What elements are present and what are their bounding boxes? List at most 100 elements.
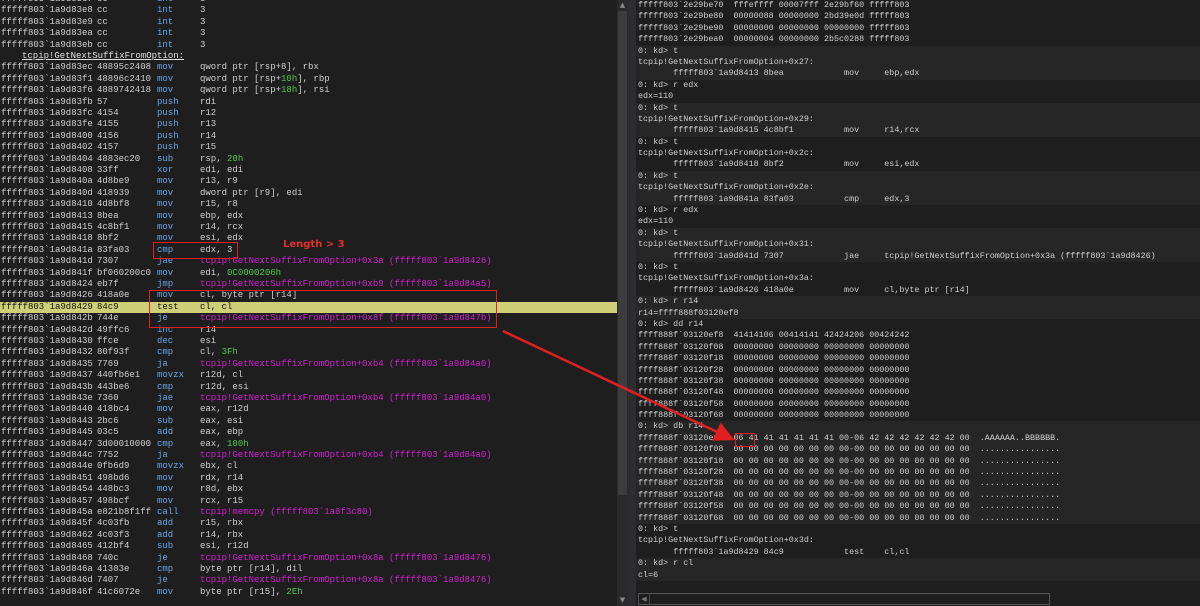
- instruction-mnemonic: mov: [157, 85, 174, 96]
- instruction-row[interactable]: fffff803`1a9d8451 498bd6 mov rdx, r14: [0, 473, 617, 484]
- instruction-row[interactable]: fffff803`1a9d83e8 cc int 3: [0, 5, 617, 16]
- instruction-row[interactable]: fffff803`1a9d846f 41c6072e mov byte ptr [r1…: [0, 587, 617, 598]
- jump-target-link[interactable]: tcpip!GetNextSuffixFromOption+0x8a (ffff…: [200, 575, 492, 585]
- jump-target-link[interactable]: tcpip!GetNextSuffixFromOption+0x8a (ffff…: [200, 553, 492, 563]
- instruction-row[interactable]: fffff803`1a9d8465 412bf4 sub esi, r12d: [0, 541, 617, 552]
- instruction-row[interactable]: fffff803`1a9d8410 4d8bf8 mov r15, r8: [0, 199, 617, 210]
- instruction-row[interactable]: fffff803`1a9d8430 ffce dec esi: [0, 336, 617, 347]
- immediate-value: 10h: [281, 73, 298, 84]
- instruction-row[interactable]: fffff803`1a9d83f6 4889742418 mov qword ptr …: [0, 85, 617, 96]
- output-line: ffff888f`03120f38 00 00 00 00 00 00 00 0…: [638, 478, 1061, 489]
- operand-text: ], rsi: [297, 85, 330, 96]
- instruction-row[interactable]: fffff803`1a9d8435 7769 ja tcpip!GetNextSuff…: [0, 359, 617, 370]
- command-prompt-line: 0: kd> r edx: [638, 79, 699, 90]
- instruction-row[interactable]: fffff803`1a9d8400 4156 push r14: [0, 131, 617, 142]
- instruction-row[interactable]: fffff803`1a9d8424 eb7f jmp tcpip!GetNextSuf…: [0, 279, 617, 290]
- instruction-address: fffff803`1a9d83fb: [1, 96, 93, 107]
- instruction-address: fffff803`1a9d83ea: [1, 28, 93, 39]
- instruction-operands: tcpip!GetNextSuffixFromOption+0x8a (ffff…: [200, 575, 492, 586]
- instruction-row[interactable]: fffff803`1a9d841d 7307 jae tcpip!GetNextSuf…: [0, 256, 617, 267]
- output-line: ffff888f`03120f58 00 00 00 00 00 00 00 0…: [638, 501, 1061, 512]
- command-output-block: 0: kd> t tcpip!GetNextSuffixFromOption+0x…: [636, 170, 1200, 206]
- instruction-row[interactable]: fffff803`1a9d8404 4883ec20 sub rsp, 20h: [0, 154, 617, 165]
- operand-text: edi, edi: [200, 165, 244, 175]
- command-horizontal-scrollbar[interactable]: ◀: [638, 593, 1050, 605]
- jump-target-link[interactable]: tcpip!GetNextSuffixFromOption+0xb4 (ffff…: [200, 393, 492, 403]
- instruction-row[interactable]: fffff803`1a9d844e 0fb6d9 movzx ebx, cl: [0, 461, 617, 472]
- instruction-bytes: 4157: [97, 142, 119, 153]
- instruction-row[interactable]: fffff803`1a9d8415 4c8bf1 mov r14, rcx: [0, 222, 617, 233]
- instruction-bytes: 412bf4: [97, 541, 130, 552]
- instruction-row[interactable]: fffff803`1a9d8462 4c03f3 add r14, rbx: [0, 530, 617, 541]
- scrollbar-thumb[interactable]: [618, 11, 627, 495]
- instruction-operands: qword ptr [rsp+10h], rbp: [200, 74, 330, 85]
- instruction-bytes: 4883ec20: [97, 153, 141, 164]
- instruction-row[interactable]: fffff803`1a9d83fc 4154 push r12: [0, 108, 617, 119]
- instruction-operands: r12d, esi: [200, 382, 249, 393]
- instruction-row[interactable]: fffff803`1a9d83fb 57 push rdi: [0, 97, 617, 108]
- instruction-row[interactable]: fffff803`1a9d840d 418939 mov dword ptr [r9]…: [0, 188, 617, 199]
- instruction-bytes: 448bc3: [97, 484, 130, 495]
- instruction-row[interactable]: fffff803`1a9d844c 7752 ja tcpip!GetNextSuff…: [0, 450, 617, 461]
- instruction-row[interactable]: fffff803`1a9d8413 8bea mov ebp, edx: [0, 211, 617, 222]
- instruction-row[interactable]: fffff803`1a9d83e9 cc int 3: [0, 17, 617, 28]
- instruction-row[interactable]: fffff803`1a9d8454 448bc3 mov r8d, ebx: [0, 484, 617, 495]
- scroll-left-icon[interactable]: ◀: [639, 594, 650, 604]
- jump-target-link[interactable]: tcpip!GetNextSuffixFromOption+0xb9 (ffff…: [200, 279, 492, 289]
- instruction-bytes: 4156: [97, 130, 119, 141]
- instruction-row[interactable]: fffff803`1a9d846a 41383e cmp byte ptr [r14]…: [0, 564, 617, 575]
- instruction-row[interactable]: fffff803`1a9d83fe 4155 push r13: [0, 119, 617, 130]
- instruction-row[interactable]: fffff803`1a9d845f 4c03fb add r15, rbx: [0, 518, 617, 529]
- instruction-row[interactable]: fffff803`1a9d843e 7360 jae tcpip!GetNextSuf…: [0, 393, 617, 404]
- command-output-block: 0: kd> t tcpip!GetNextSuffixFromOption+0x…: [636, 524, 1200, 558]
- instruction-address: fffff803`1a9d8440: [1, 404, 93, 415]
- instruction-row[interactable]: fffff803`1a9d8443 2bc6 sub eax, esi: [0, 416, 617, 427]
- pane-splitter[interactable]: [628, 0, 636, 606]
- jump-target-link[interactable]: tcpip!GetNextSuffixFromOption+0xb4 (ffff…: [200, 450, 492, 460]
- jump-target-link[interactable]: tcpip!GetNextSuffixFromOption+0x3a (ffff…: [200, 256, 492, 266]
- instruction-row[interactable]: fffff803`1a9d8445 03c5 add eax, ebp: [0, 427, 617, 438]
- scroll-up-icon[interactable]: ▲: [617, 0, 628, 11]
- instruction-row[interactable]: fffff803`1a9d8447 3d00010000 cmp eax, 100h: [0, 439, 617, 450]
- instruction-row[interactable]: fffff803`1a9d83f1 48896c2410 mov qword ptr …: [0, 74, 617, 85]
- instruction-row[interactable]: fffff803`1a9d8468 740c je tcpip!GetNextSuff…: [0, 553, 617, 564]
- instruction-row[interactable]: fffff803`1a9d83ec 48895c2408 mov qword ptr …: [0, 62, 617, 73]
- output-line: ffff888f`03120f18 00000000 00000000 0000…: [638, 353, 910, 364]
- scroll-down-icon[interactable]: ▼: [617, 595, 628, 606]
- instruction-row[interactable]: fffff803`1a9d846d 7407 je tcpip!GetNextSuff…: [0, 575, 617, 586]
- highlight-box-length-byte: [735, 433, 755, 447]
- instruction-row[interactable]: fffff803`1a9d843b 443be6 cmp r12d, esi: [0, 382, 617, 393]
- instruction-row[interactable]: fffff803`1a9d8402 4157 push r15: [0, 142, 617, 153]
- instruction-row[interactable]: fffff803`1a9d8437 440fb6e1 movzx r12d, cl: [0, 370, 617, 381]
- instruction-row[interactable]: fffff803`1a9d8408 33ff xor edi, edi: [0, 165, 617, 176]
- instruction-row[interactable]: fffff803`1a9d840a 4d8be9 mov r13, r9: [0, 176, 617, 187]
- disassembly-scrollbar[interactable]: ▲ ▼: [617, 0, 628, 606]
- output-line: ffff888f`03120f18 00 00 00 00 00 00 00 0…: [638, 455, 1061, 466]
- jump-target-link[interactable]: tcpip!memcpy (fffff803`1a8f3c80): [200, 507, 373, 517]
- function-label-row[interactable]: tcpip!GetNextSuffixFromOption:: [0, 51, 617, 62]
- instruction-mnemonic: sub: [157, 153, 174, 164]
- instruction-operands: tcpip!GetNextSuffixFromOption+0xb4 (ffff…: [200, 359, 492, 370]
- instruction-bytes: e821b8f1ff: [97, 507, 152, 517]
- instruction-bytes: 4c8bf1: [97, 222, 130, 232]
- instruction-row[interactable]: fffff803`1a9d8457 498bcf mov rcx, r15: [0, 496, 617, 507]
- output-line: ffff888f`03120ef8 41414106 00414141 4242…: [638, 330, 910, 341]
- instruction-row[interactable]: fffff803`1a9d845a e821b8f1ff call tcpip!mem…: [0, 507, 617, 518]
- instruction-row[interactable]: fffff803`1a9d841f bf060200c0 mov edi, 0C000…: [0, 268, 617, 279]
- instruction-row[interactable]: fffff803`1a9d8440 418bc4 mov eax, r12d: [0, 404, 617, 415]
- instruction-operands: rdi: [200, 97, 216, 108]
- immediate-value: 18h: [281, 85, 298, 96]
- instruction-address: fffff803`1a9d840a: [1, 176, 93, 187]
- jump-target-link[interactable]: tcpip!GetNextSuffixFromOption+0xb4 (ffff…: [200, 359, 492, 369]
- instruction-operands: eax, esi: [200, 416, 243, 427]
- instruction-row[interactable]: fffff803`1a9d83eb cc int 3: [0, 40, 617, 51]
- instruction-mnemonic: mov: [157, 62, 174, 73]
- instruction-bytes: cc: [97, 39, 108, 50]
- instruction-address: fffff803`1a9d845a: [1, 507, 93, 517]
- instruction-row[interactable]: fffff803`1a9d8432 80f93f cmp cl, 3Fh: [0, 347, 617, 358]
- instruction-address: fffff803`1a9d8415: [1, 222, 93, 232]
- operand-text: rsp,: [200, 153, 228, 164]
- instruction-operands: esi, r12d: [200, 541, 249, 552]
- operand-text: rcx, r15: [200, 495, 244, 506]
- instruction-row[interactable]: fffff803`1a9d83ea cc int 3: [0, 28, 617, 39]
